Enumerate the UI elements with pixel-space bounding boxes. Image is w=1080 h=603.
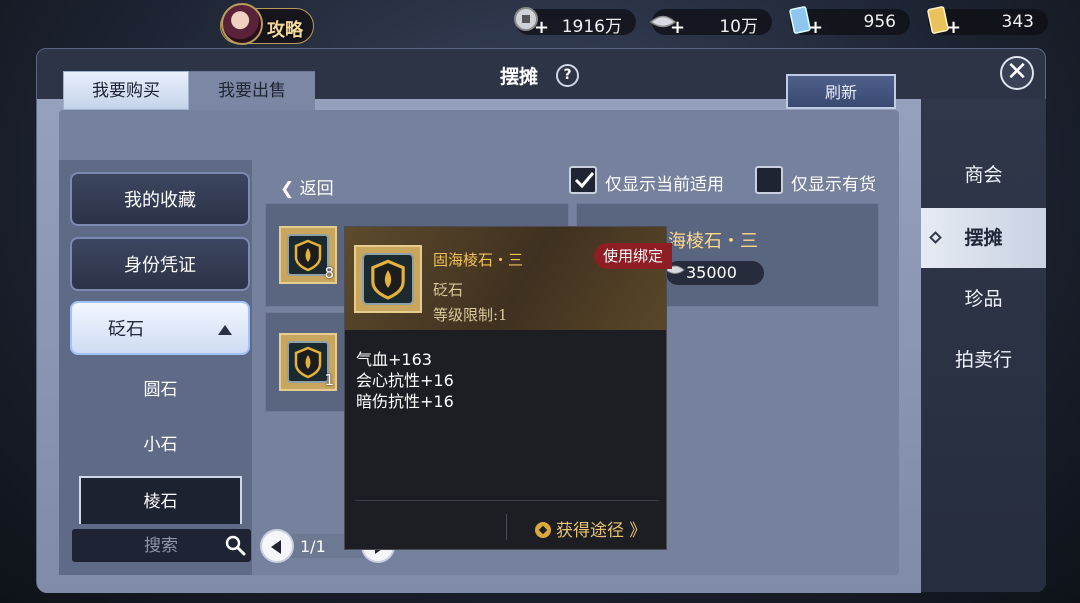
check-icon <box>574 172 595 189</box>
search-input[interactable] <box>72 529 222 562</box>
prism-stone-icon <box>287 341 329 383</box>
compass-icon <box>535 522 551 538</box>
guide-button[interactable]: 攻略 <box>220 3 314 45</box>
add-icon: + <box>946 17 962 38</box>
filter-current-label: 仅显示当前适用 <box>605 175 724 195</box>
nav-stall[interactable]: 摆摊 <box>921 208 1046 268</box>
refresh-button[interactable]: 刷新 <box>786 74 896 109</box>
page-indicator: 1/1 <box>300 537 326 556</box>
back-label: 返回 <box>299 179 334 199</box>
currency-value: 956 <box>863 12 896 32</box>
currency-silver-coin[interactable]: + 1916万 <box>514 7 636 38</box>
nav-chamber[interactable]: 商会 <box>921 145 1046 205</box>
currency-silver-ingot[interactable]: + 10万 <box>649 9 772 38</box>
acquire-source-button[interactable]: 获得途径 》 <box>535 516 646 541</box>
acquire-source-label: 获得途径 》 <box>556 521 647 541</box>
tooltip-item-name: 固海棱石・三 <box>433 251 524 269</box>
collapse-arrow-icon <box>218 325 232 335</box>
back-link[interactable]: ❮ 返回 <box>280 174 334 199</box>
help-icon[interactable]: ? <box>556 64 579 87</box>
close-button[interactable]: ✕ <box>1000 56 1034 90</box>
prism-stone-icon <box>362 253 414 305</box>
nav-auction[interactable]: 拍卖行 <box>921 330 1046 390</box>
item-quantity: 1 <box>324 371 334 389</box>
tab-sell[interactable]: 我要出售 <box>189 71 315 110</box>
prev-page-button[interactable] <box>260 529 294 563</box>
item-slot[interactable]: 1 <box>279 333 337 391</box>
subcategory-small[interactable]: 小石 <box>79 421 242 469</box>
currency-gold-ticket[interactable]: + 343 <box>927 6 1048 38</box>
nav-treasure[interactable]: 珍品 <box>921 269 1046 329</box>
right-nav: 商会 摆摊 珍品 拍卖行 <box>921 99 1046 592</box>
currency-blue-ticket[interactable]: + 956 <box>789 6 910 38</box>
tab-buy[interactable]: 我要购买 <box>63 71 189 110</box>
page-title: 摆摊 <box>500 66 539 88</box>
category-identity[interactable]: 身份凭证 <box>70 237 250 291</box>
selected-diamond-icon <box>929 231 942 244</box>
currency-value: 10万 <box>719 17 758 37</box>
nav-stall-label: 摆摊 <box>964 227 1003 249</box>
category-stone[interactable]: 砭石 <box>70 301 250 355</box>
prism-stone-icon <box>287 234 329 276</box>
tooltip-attribute: 暗伤抗性+16 <box>356 392 454 411</box>
currency-value: 343 <box>1001 12 1034 32</box>
avatar <box>221 3 263 45</box>
filter-stock-checkbox[interactable] <box>755 166 783 194</box>
subcategory-prism[interactable]: 棱石 <box>79 476 242 524</box>
add-icon: + <box>670 17 686 38</box>
subcategory-round[interactable]: 圆石 <box>79 366 242 414</box>
category-favorites[interactable]: 我的收藏 <box>70 172 250 226</box>
item-slot[interactable]: 8 <box>279 226 337 284</box>
divider <box>506 514 507 540</box>
item-price: 35000 <box>665 261 764 285</box>
add-icon: + <box>808 17 824 38</box>
bind-status-badge: 使用绑定 <box>594 243 672 269</box>
add-icon: + <box>534 17 550 38</box>
tooltip-level-limit: 等级限制:1 <box>433 306 508 324</box>
divider <box>355 500 659 501</box>
filter-current-checkbox[interactable] <box>569 166 597 194</box>
item-tooltip: 固海棱石・三 砭石 等级限制:1 使用绑定 气血+163 会心抗性+16 暗伤抗… <box>344 226 672 550</box>
search-icon[interactable] <box>224 534 246 556</box>
filter-stock-label: 仅显示有货 <box>791 175 876 195</box>
guide-label: 攻略 <box>267 20 303 41</box>
currency-value: 1916万 <box>561 17 622 37</box>
category-stone-label: 砭石 <box>108 319 144 340</box>
price-value: 35000 <box>686 263 737 282</box>
currency-bar: 攻略 + 1916万 + 10万 + 956 + 343 <box>0 0 1080 46</box>
tooltip-item-type: 砭石 <box>433 281 464 299</box>
item-quantity: 8 <box>324 264 334 282</box>
tooltip-item-slot <box>354 245 422 313</box>
